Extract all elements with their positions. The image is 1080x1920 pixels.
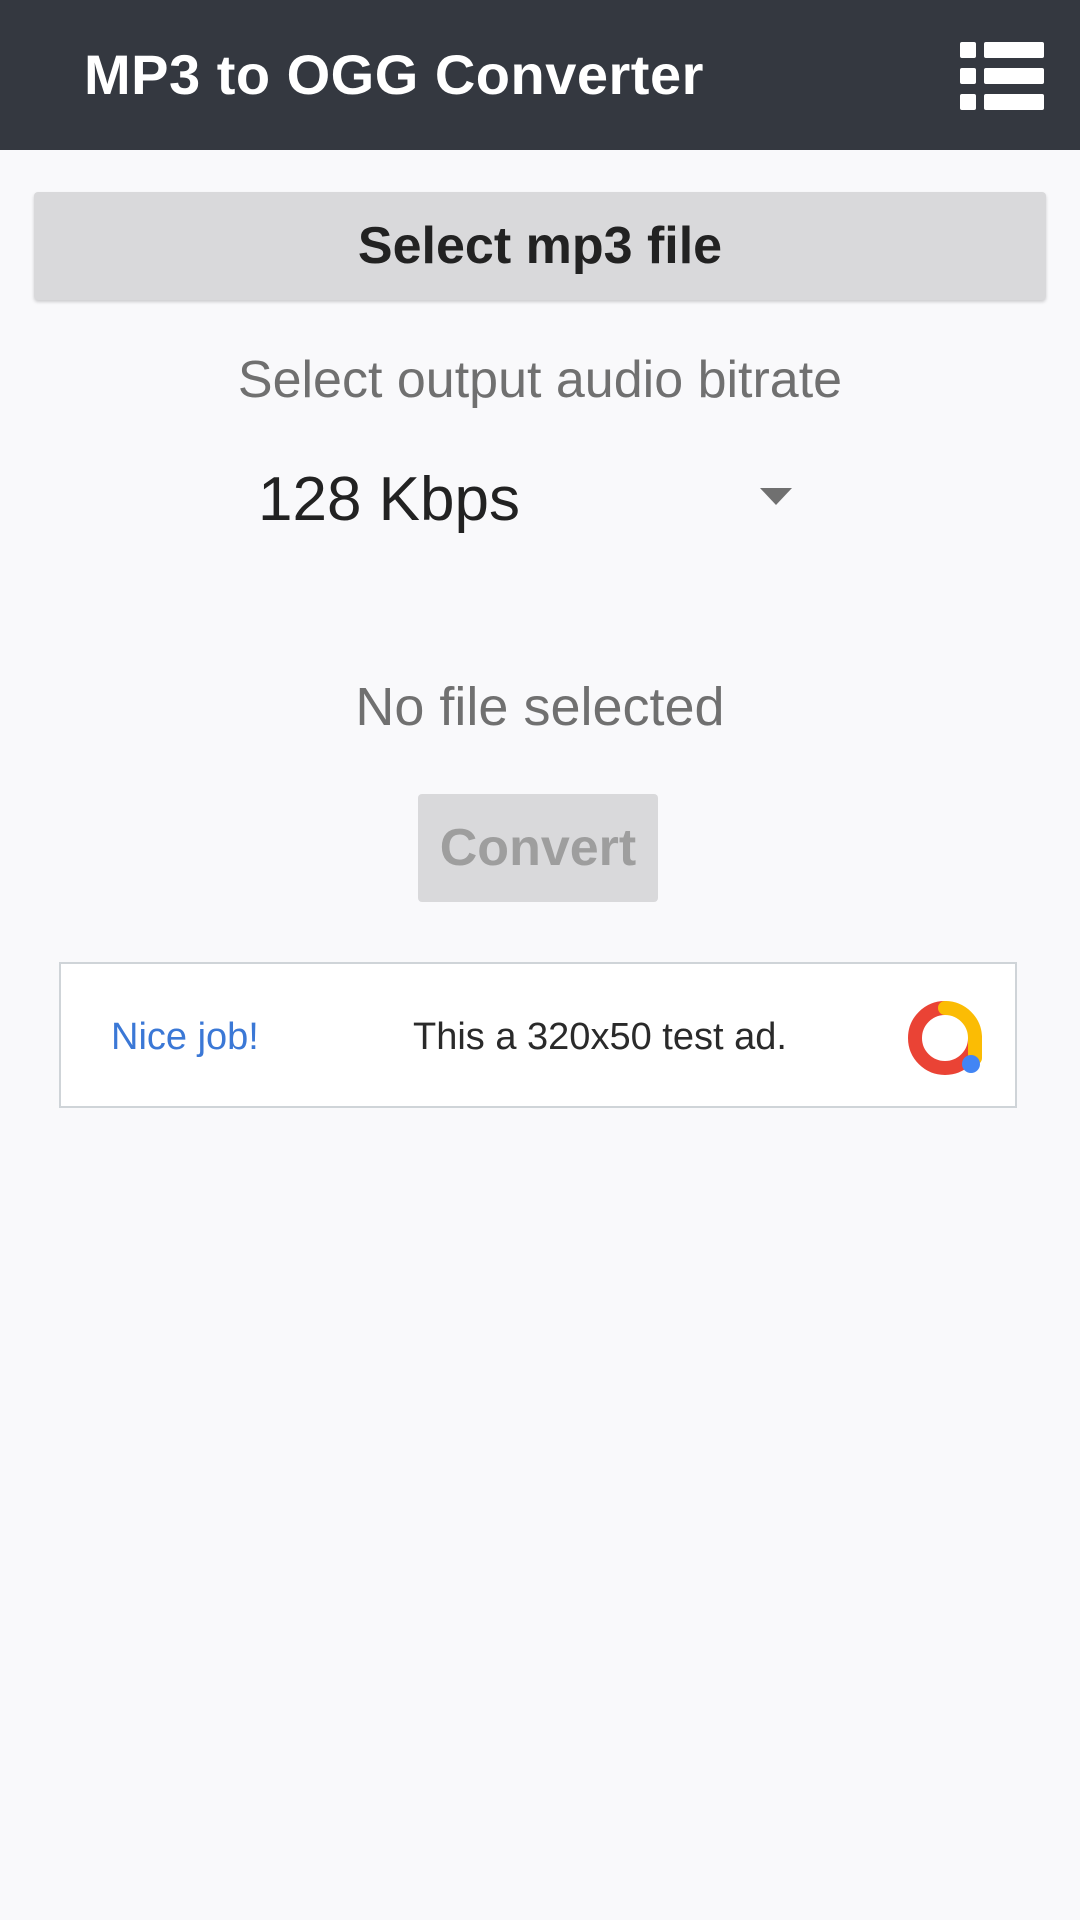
ad-body-text: This a 320x50 test ad.: [413, 1016, 787, 1058]
select-mp3-file-button[interactable]: Select mp3 file: [34, 192, 1046, 300]
ad-headline: Nice job!: [111, 1016, 259, 1058]
bitrate-selected-value: 128 Kbps: [258, 465, 520, 534]
dropdown-caret-icon: [760, 488, 792, 505]
ad-banner[interactable]: Nice job! This a 320x50 test ad.: [59, 962, 1017, 1108]
app-bar: MP3 to OGG Converter: [0, 0, 1080, 150]
ads-logo-icon: [908, 1001, 982, 1075]
bitrate-dropdown[interactable]: 128 Kbps: [258, 456, 798, 540]
convert-button[interactable]: Convert: [418, 794, 658, 902]
app-title: MP3 to OGG Converter: [84, 43, 704, 106]
list-menu-icon: [960, 42, 1044, 110]
file-status-text: No file selected: [355, 677, 725, 737]
menu-button[interactable]: [950, 34, 1050, 118]
bitrate-label: Select output audio bitrate: [237, 351, 843, 409]
